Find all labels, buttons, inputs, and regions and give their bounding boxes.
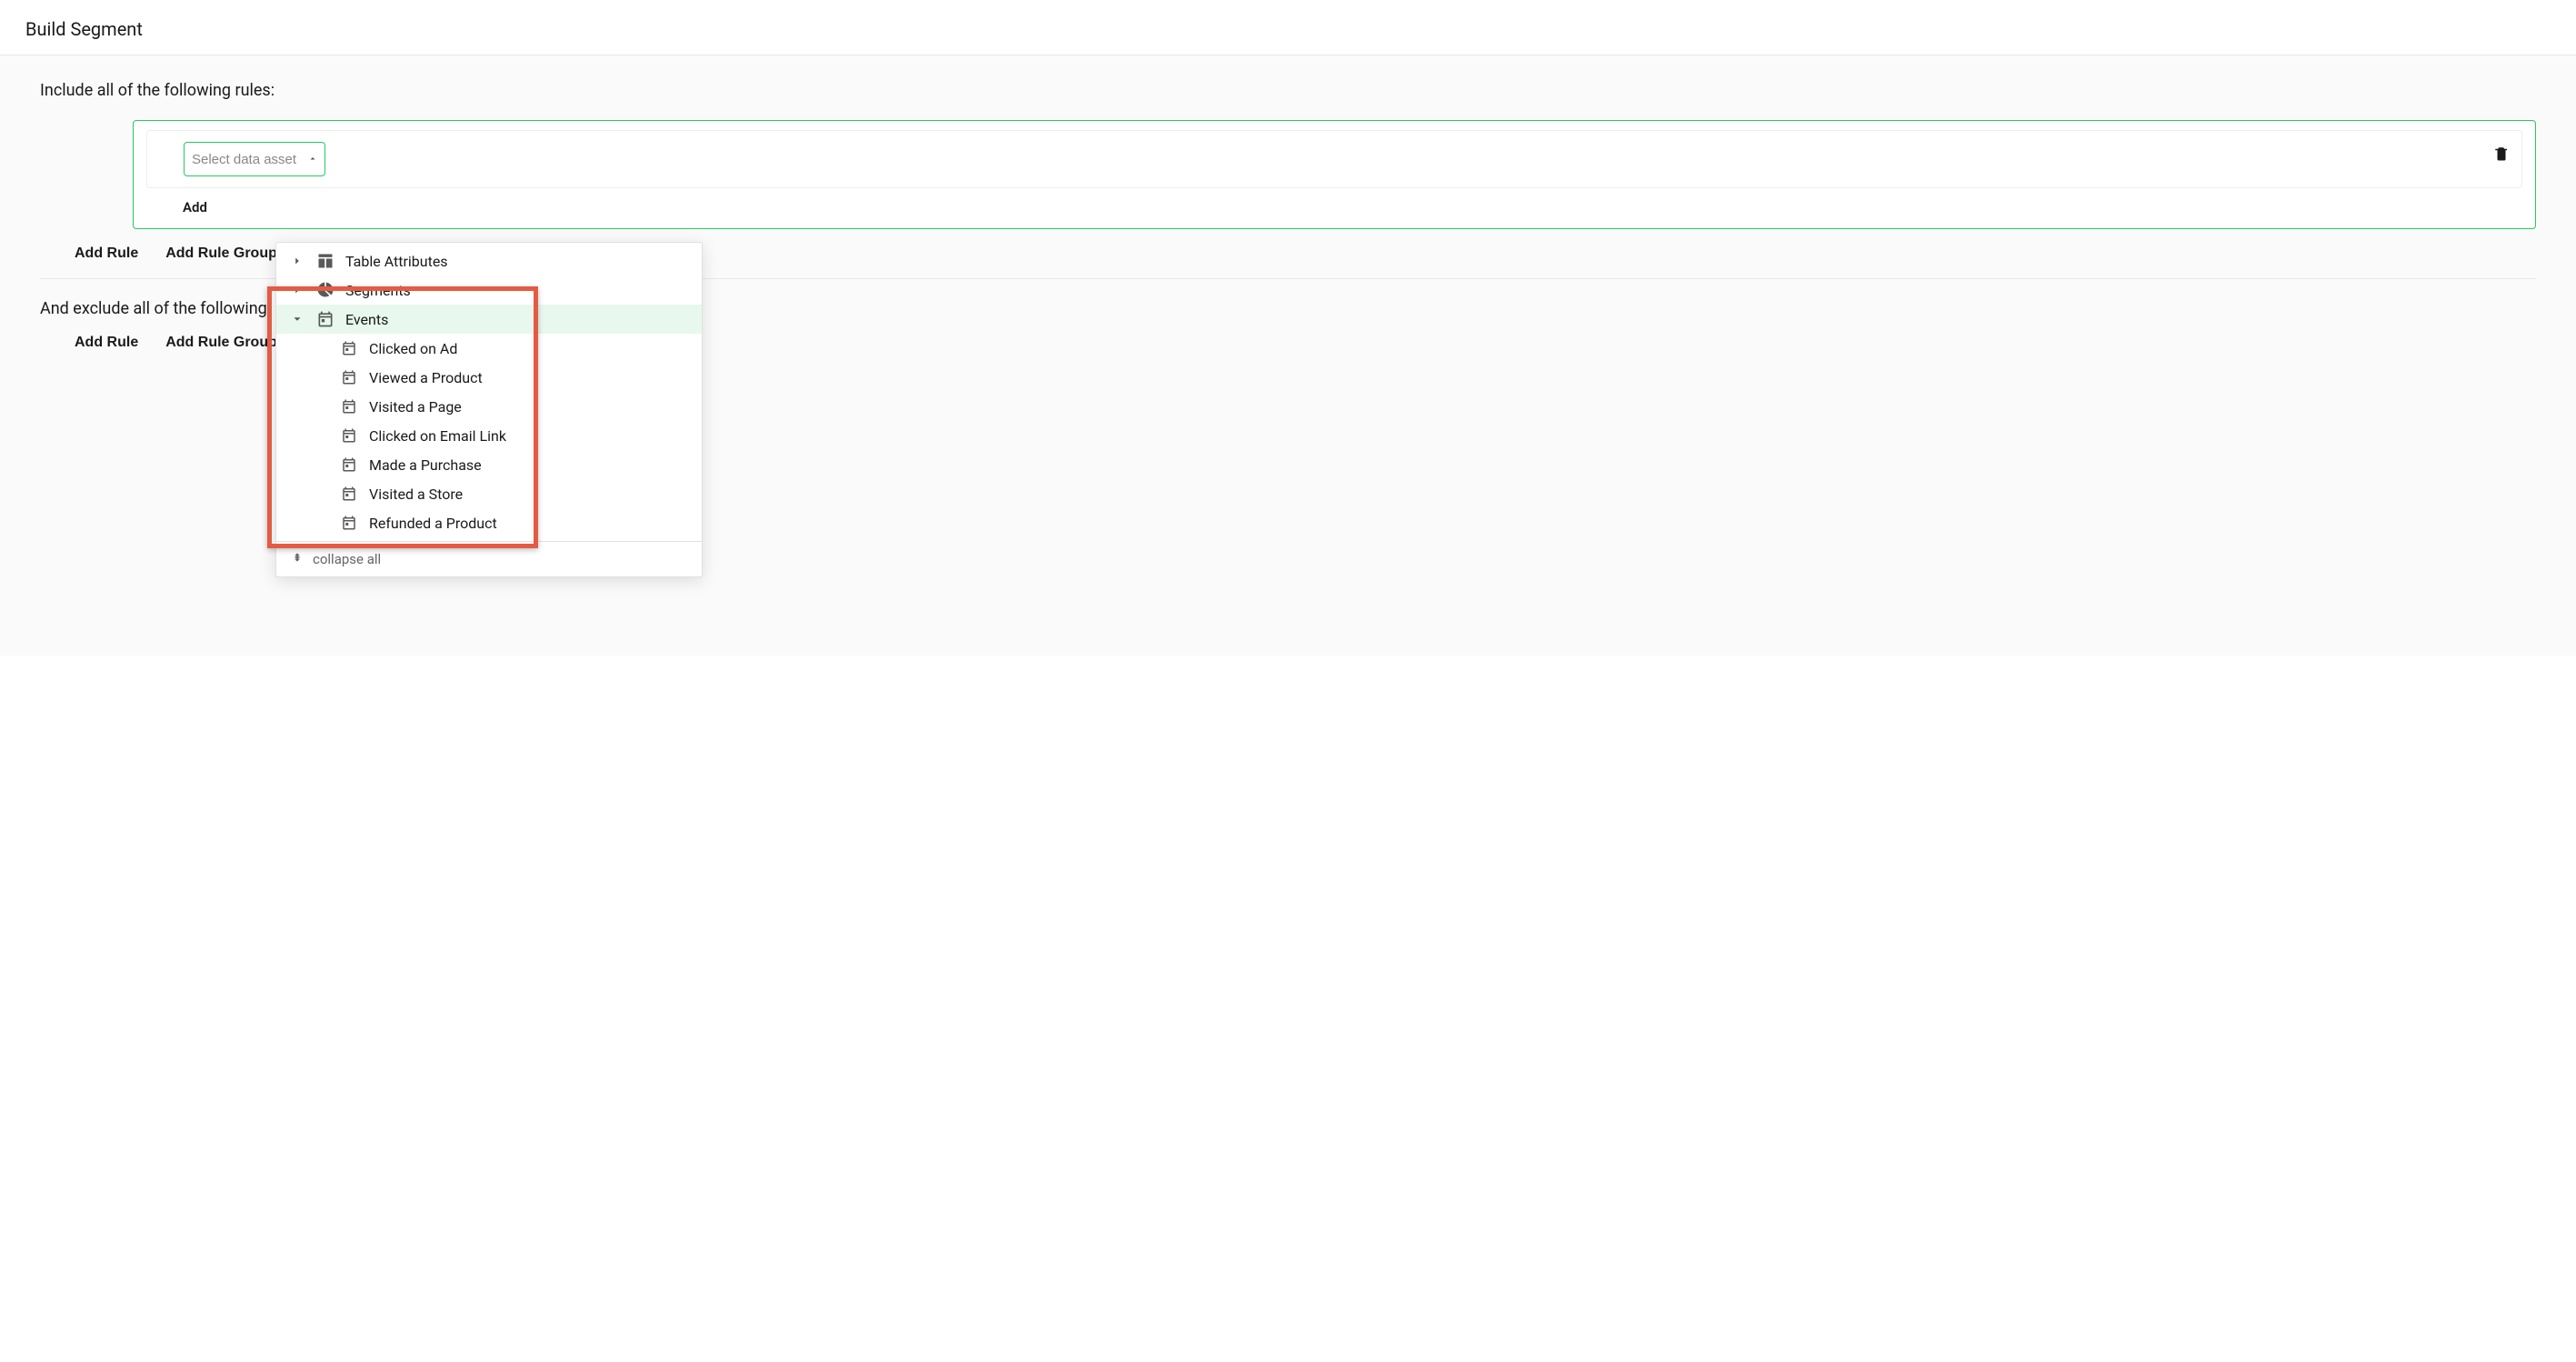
calendar-icon [340,514,358,532]
exclude-add-rule-group-button[interactable]: Add Rule Group [165,335,277,351]
add-rule-group-button[interactable]: Add Rule Group [165,245,277,262]
data-asset-select-input[interactable] [184,142,325,176]
table-icon [316,252,334,270]
tree-item-label: Table Attributes [345,253,448,270]
trash-icon [2493,145,2510,163]
pie-chart-icon [316,281,334,299]
tree-item-table-attributes[interactable]: Table Attributes [276,246,702,275]
tree-list: Table Attributes Segments [276,243,702,541]
event-item[interactable]: Clicked on Email Link [276,421,702,450]
event-item[interactable]: Viewed a Product [276,363,702,392]
event-item-label: Clicked on Ad [369,340,457,357]
calendar-icon [340,339,358,357]
tree-item-label: Events [345,311,388,328]
event-item[interactable]: Made a Purchase [276,450,702,479]
event-item-label: Viewed a Product [369,369,483,386]
tree-item-segments[interactable]: Segments [276,275,702,305]
delete-rule-button[interactable] [2490,141,2513,169]
include-section-label: Include all of the following rules: [40,81,2536,100]
header: Build Segment [0,0,2576,55]
data-asset-select-wrap [184,142,325,176]
collapse-all-button[interactable]: collapse all [276,541,702,576]
content-area: Include all of the following rules: [0,55,2576,656]
event-item[interactable]: Clicked on Ad [276,334,702,363]
rule-group-add-label[interactable]: Add [146,199,2522,215]
event-item-label: Clicked on Email Link [369,427,506,445]
collapse-icon [291,551,304,567]
segment-builder-page: Build Segment Include all of the followi… [0,0,2576,673]
include-rule-group-wrap: Add [40,120,2536,229]
calendar-icon [340,368,358,386]
event-item-label: Refunded a Product [369,515,497,532]
calendar-icon [340,456,358,474]
chevron-right-icon [289,255,305,267]
calendar-icon [340,397,358,416]
add-rule-button[interactable]: Add Rule [75,245,138,262]
collapse-all-label: collapse all [313,551,381,567]
chevron-down-icon [289,313,305,325]
tree-item-label: Segments [345,282,411,299]
data-asset-dropdown: Table Attributes Segments [275,242,703,577]
rule-group-box: Add [133,120,2536,229]
calendar-icon [316,310,334,328]
rule-row [146,130,2522,188]
events-children: Clicked on Ad Viewed a Product Visited a… [276,334,702,537]
event-item[interactable]: Visited a Page [276,392,702,421]
chevron-right-icon [289,284,305,296]
event-item-label: Visited a Store [369,486,463,503]
event-item-label: Visited a Page [369,398,462,416]
event-item[interactable]: Refunded a Product [276,508,702,537]
tree-item-events[interactable]: Events [276,305,702,334]
event-item-label: Made a Purchase [369,456,482,474]
exclude-add-rule-button[interactable]: Add Rule [75,335,138,351]
calendar-icon [340,485,358,503]
event-item[interactable]: Visited a Store [276,479,702,508]
calendar-icon [340,426,358,445]
page-title: Build Segment [25,18,2551,40]
